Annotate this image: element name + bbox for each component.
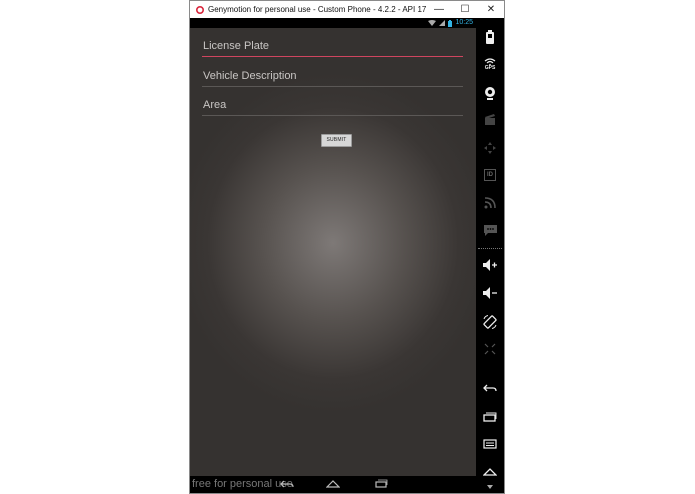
personal-use-watermark: free for personal use [192,478,293,490]
sms-widget[interactable] [476,225,504,237]
window-titlebar: Genymotion for personal use - Custom Pho… [190,1,504,18]
android-status-bar: 10:25 [190,18,476,28]
rss-icon [484,197,496,209]
rotate-icon [483,315,497,329]
toolbar-separator [478,248,502,249]
capture-widget[interactable] [476,114,504,126]
gps-icon [484,58,496,65]
back-icon[interactable] [280,479,294,489]
home-button[interactable] [476,467,504,477]
genymotion-window: Genymotion for personal use - Custom Pho… [189,0,505,494]
rotate-button[interactable] [476,315,504,329]
recent-apps-icon [483,412,497,422]
volume-up-button[interactable] [476,259,504,271]
battery-icon [448,19,453,27]
volume-down-icon [483,287,497,299]
menu-icon [483,439,497,449]
scale-arrows-icon [484,343,496,355]
window-title: Genymotion for personal use - Custom Pho… [208,5,426,14]
app-screen: License Plate Vehicle Description Area S… [190,28,476,476]
area-hint: Area [203,99,227,111]
chevron-down-icon [487,485,493,489]
maximize-button[interactable]: ☐ [452,1,478,18]
volume-up-icon [483,259,497,271]
pixel-perfect-button[interactable] [476,343,504,355]
battery-widget[interactable] [476,30,504,44]
license-plate-underline [202,56,463,57]
home-icon [483,468,497,476]
gps-widget[interactable]: GPS [476,58,504,71]
area-underline [202,115,463,116]
license-plate-hint: License Plate [203,40,270,52]
area-field[interactable]: Area [202,99,463,116]
home-icon[interactable] [326,479,340,489]
vehicle-description-field[interactable]: Vehicle Description [202,70,463,87]
genymotion-app-icon [196,5,204,14]
minimize-button[interactable]: — [426,1,452,18]
wifi-icon [428,20,437,26]
device-id-widget[interactable]: ID [476,169,504,181]
android-nav-bar: free for personal use [190,476,476,493]
status-clock: 10:25 [455,19,473,26]
toolbar-scroll-down[interactable] [476,485,504,489]
clapperboard-icon [485,114,495,125]
gps-label: GPS [484,65,496,71]
device-id-label: ID [487,172,493,178]
webcam-widget[interactable] [476,86,504,100]
license-plate-field[interactable]: License Plate [202,40,463,57]
close-button[interactable]: ✕ [478,1,504,18]
genymotion-toolbar: GPS ID [476,18,504,493]
device-id-icon: ID [484,169,496,181]
webcam-icon [485,87,495,100]
recent-apps-button[interactable] [476,412,504,422]
menu-button[interactable] [476,439,504,449]
signal-icon [439,20,446,26]
submit-button[interactable]: SUBMIT [321,134,352,147]
back-button[interactable] [476,383,504,393]
battery-widget-icon [486,30,494,44]
message-icon [483,225,497,236]
dpad-icon [484,142,496,154]
network-widget[interactable] [476,197,504,209]
dpad-widget[interactable] [476,142,504,154]
vehicle-description-hint: Vehicle Description [203,70,297,82]
volume-down-button[interactable] [476,287,504,299]
recent-apps-icon[interactable] [374,479,388,489]
back-icon [483,384,497,392]
vehicle-description-underline [202,86,463,87]
